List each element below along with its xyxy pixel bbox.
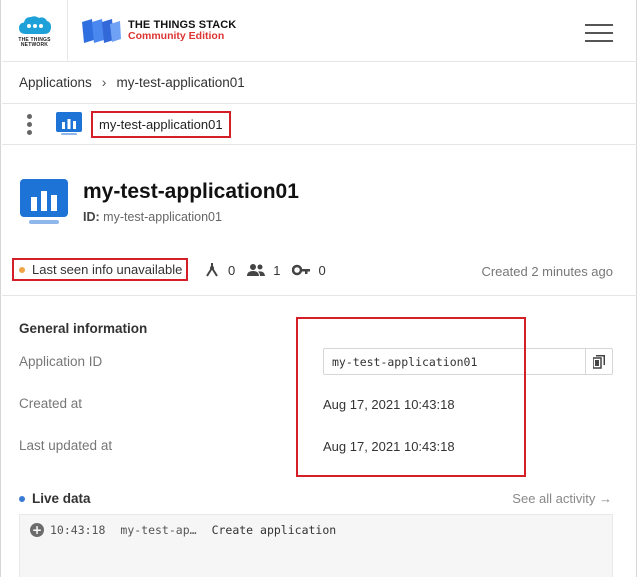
- updated-at-label: Last updated at: [19, 438, 113, 453]
- event-message: Create application: [211, 523, 337, 537]
- live-data-title: Live data: [19, 491, 91, 506]
- hamburger-menu-icon[interactable]: [585, 24, 613, 42]
- copy-button[interactable]: [585, 349, 612, 374]
- ttn-logo-text: THE THINGS NETWORK: [18, 36, 51, 48]
- app-id-value[interactable]: my-test-application01: [324, 355, 585, 369]
- updated-at-value: Aug 17, 2021 10:43:18: [323, 439, 455, 454]
- created-at-value: Aug 17, 2021 10:43:18: [323, 397, 455, 412]
- collaborators-count: 1: [273, 262, 281, 278]
- page-title: my-test-application01: [83, 180, 299, 203]
- top-header: THE THINGS NETWORK THE THINGS STACK Comm…: [2, 0, 637, 62]
- event-time: 10:43:18: [50, 523, 106, 537]
- status-dot-icon: [19, 266, 25, 273]
- gateway-icon: [206, 263, 218, 277]
- app-id-field: my-test-application01: [323, 348, 613, 375]
- application-icon: [20, 179, 68, 224]
- tts-stack-logo-icon: [82, 18, 121, 43]
- live-data-label: Live data: [32, 491, 91, 506]
- created-at-label: Created at: [19, 396, 83, 411]
- id-value: my-test-application01: [103, 210, 222, 224]
- plus-circle-icon: +: [30, 523, 44, 537]
- tts-logo[interactable]: THE THINGS STACK Community Edition: [68, 0, 236, 62]
- collaborators-stat[interactable]: 1: [247, 263, 280, 278]
- app-title-block: my-test-application01 ID: my-test-applic…: [19, 178, 299, 226]
- breadcrumb-applications[interactable]: Applications: [19, 75, 92, 90]
- breadcrumb-current-app[interactable]: my-test-application01: [116, 75, 244, 90]
- copy-icon: [593, 354, 605, 369]
- api-keys-stat[interactable]: 0: [292, 262, 326, 278]
- live-data-panel: + 10:43:18 my-test-ap… Create applicatio…: [19, 514, 613, 577]
- subbar-app-name[interactable]: my-test-application01: [91, 110, 231, 138]
- chevron-right-icon: ›: [101, 74, 107, 90]
- brand-text: THE THINGS STACK Community Edition: [128, 18, 237, 42]
- users-icon: [247, 264, 266, 276]
- application-icon: [56, 112, 82, 135]
- ttn-logo[interactable]: THE THINGS NETWORK: [2, 0, 68, 62]
- key-icon: [292, 264, 311, 276]
- event-row[interactable]: + 10:43:18 my-test-ap… Create applicatio…: [30, 523, 336, 537]
- created-relative: Created 2 minutes ago: [481, 264, 613, 279]
- event-entity: my-test-ap…: [120, 523, 197, 537]
- status-row: Last seen info unavailable 0 1 0 Created…: [2, 255, 637, 296]
- id-label: ID:: [83, 210, 100, 224]
- last-seen-text: Last seen info unavailable: [32, 262, 183, 277]
- brand-subtitle: Community Edition: [128, 29, 225, 42]
- general-info-title: General information: [19, 321, 148, 336]
- entity-stats: 0 1 0: [204, 262, 338, 278]
- app-frame: THE THINGS NETWORK THE THINGS STACK Comm…: [0, 0, 637, 577]
- last-seen-status: Last seen info unavailable: [12, 258, 189, 281]
- gateways-count: 0: [228, 262, 236, 278]
- application-subbar: my-test-application01: [2, 103, 637, 145]
- brand-title: THE THINGS STACK: [128, 18, 237, 31]
- app-id-line: ID: my-test-application01: [83, 210, 299, 224]
- kebab-menu-icon[interactable]: [24, 112, 34, 136]
- ttn-cloud-logo-icon: [18, 15, 51, 34]
- gateways-stat[interactable]: 0: [204, 262, 235, 278]
- live-dot-icon: [19, 495, 25, 502]
- app-id-label: Application ID: [19, 354, 103, 369]
- breadcrumb: Applications › my-test-application01: [19, 72, 245, 92]
- see-all-activity-link[interactable]: See all activity →: [512, 491, 612, 506]
- api-keys-count: 0: [318, 262, 326, 278]
